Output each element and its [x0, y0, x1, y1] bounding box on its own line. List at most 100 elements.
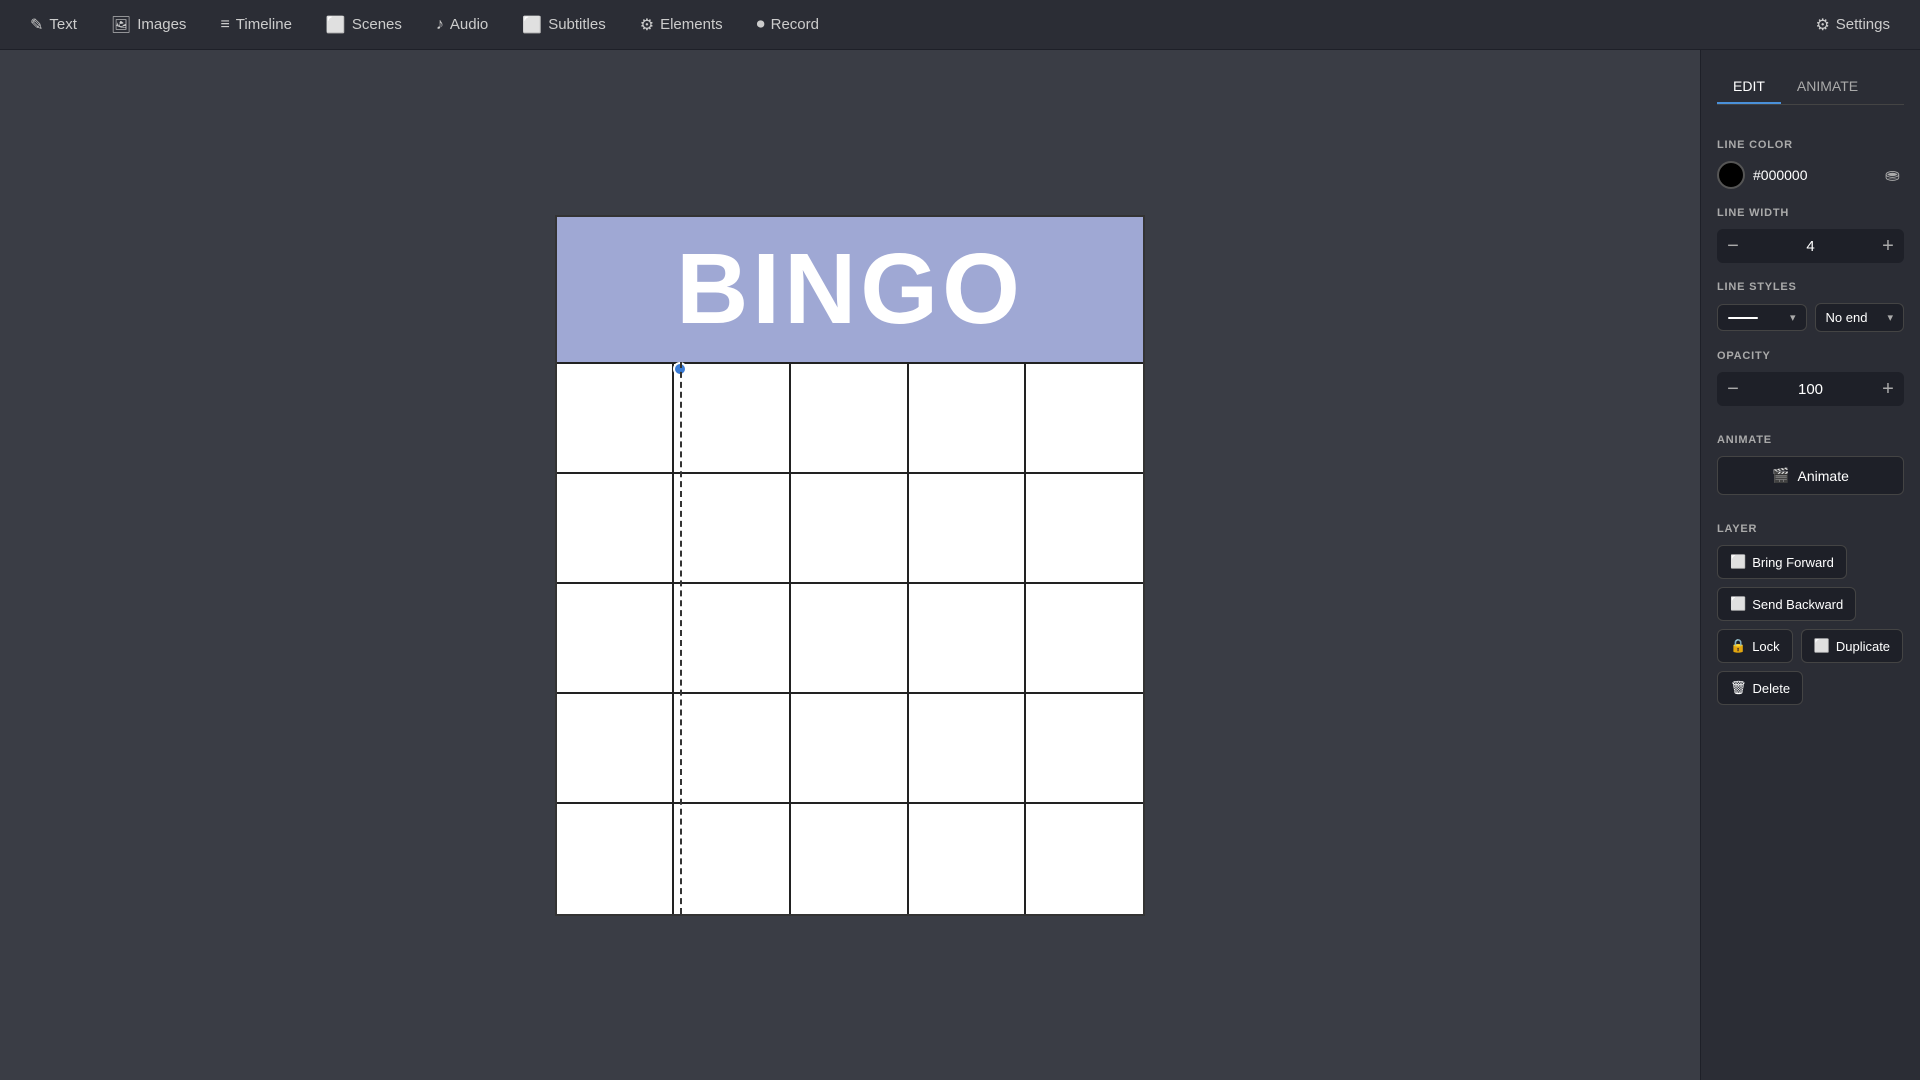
delete-label: Delete: [1753, 681, 1791, 696]
bingo-card: BINGO: [555, 215, 1145, 916]
animate-icon: 🎬: [1772, 467, 1789, 484]
main-layout: BINGO: [0, 50, 1920, 1080]
opacity-value: 100: [1749, 381, 1872, 398]
bingo-cell: [557, 474, 674, 584]
nav-label-text: Text: [49, 16, 77, 33]
lock-label: Lock: [1752, 639, 1779, 654]
bring-forward-label: Bring Forward: [1752, 555, 1834, 570]
line-end-select[interactable]: No end ▾: [1815, 303, 1905, 332]
bingo-cell: [909, 364, 1026, 474]
opacity-label: OPACITY: [1717, 350, 1904, 362]
bingo-cell: [1026, 584, 1143, 694]
duplicate-icon: ⬜: [1814, 638, 1830, 654]
nav-item-record[interactable]: ⏺ Record: [743, 10, 833, 40]
bingo-cell: [1026, 694, 1143, 804]
layer-section: LAYER ⬜ Bring Forward ⬜ Send Backward 🔒 …: [1717, 509, 1904, 705]
bring-forward-icon: ⬜: [1730, 554, 1746, 570]
bingo-cell: [791, 694, 908, 804]
bingo-header: BINGO: [557, 217, 1143, 362]
bingo-cell: [557, 804, 674, 914]
line-color-swatch[interactable]: [1717, 161, 1745, 189]
bingo-cell: [674, 804, 791, 914]
line-width-increment-button[interactable]: +: [1872, 229, 1904, 263]
bingo-title: BINGO: [676, 232, 1024, 347]
duplicate-button[interactable]: ⬜ Duplicate: [1801, 629, 1903, 663]
bingo-cell: [791, 804, 908, 914]
right-panel: EDIT ANIMATE LINE COLOR #000000 ⛂ LINE W…: [1700, 50, 1920, 1080]
bingo-cell: [557, 364, 674, 474]
bingo-cell: [791, 474, 908, 584]
images-icon: 🖼: [111, 15, 131, 35]
tab-animate[interactable]: ANIMATE: [1781, 70, 1874, 104]
top-nav: ✎ Text 🖼 Images ≡ Timeline ⬜ Scenes ♪ Au…: [0, 0, 1920, 50]
nav-label-subtitles: Subtitles: [548, 16, 606, 33]
line-end-label: No end: [1826, 310, 1868, 325]
nav-label-elements: Elements: [660, 16, 723, 33]
record-icon: ⏺: [757, 16, 765, 34]
nav-label-audio: Audio: [450, 16, 488, 33]
bring-forward-button[interactable]: ⬜ Bring Forward: [1717, 545, 1847, 579]
eyedropper-button[interactable]: ⛂: [1881, 163, 1904, 188]
panel-tab-row: EDIT ANIMATE: [1717, 70, 1904, 105]
bingo-cell: [909, 584, 1026, 694]
line-style-chevron: ▾: [1790, 311, 1796, 324]
lock-button[interactable]: 🔒 Lock: [1717, 629, 1793, 663]
bingo-cell: [674, 474, 791, 584]
duplicate-label: Duplicate: [1836, 639, 1890, 654]
layer-label: LAYER: [1717, 523, 1904, 535]
bingo-cell: [557, 584, 674, 694]
animate-button-label: Animate: [1798, 468, 1849, 484]
line-color-hex: #000000: [1753, 167, 1873, 183]
nav-item-audio[interactable]: ♪ Audio: [422, 10, 502, 40]
audio-icon: ♪: [436, 16, 444, 34]
bingo-cell: [909, 474, 1026, 584]
delete-icon: 🗑: [1730, 680, 1747, 696]
line-styles-label: LINE STYLES: [1717, 281, 1904, 293]
bingo-cell: [909, 804, 1026, 914]
bingo-cell: [1026, 804, 1143, 914]
nav-item-elements[interactable]: ⚙ Elements: [626, 9, 737, 41]
nav-item-timeline[interactable]: ≡ Timeline: [206, 10, 305, 40]
tab-edit[interactable]: EDIT: [1717, 70, 1781, 104]
send-backward-button[interactable]: ⬜ Send Backward: [1717, 587, 1856, 621]
timeline-icon: ≡: [220, 16, 229, 34]
animate-section-label: ANIMATE: [1717, 434, 1904, 446]
line-width-decrement-button[interactable]: −: [1717, 229, 1749, 263]
animate-section: ANIMATE 🎬 Animate: [1717, 420, 1904, 495]
text-icon: ✎: [30, 15, 43, 35]
bingo-cell: [674, 364, 791, 474]
nav-item-text[interactable]: ✎ Text: [16, 9, 91, 41]
bingo-grid: [557, 362, 1143, 914]
nav-item-subtitles[interactable]: ⬜ Subtitles: [508, 9, 619, 41]
nav-item-images[interactable]: 🖼 Images: [97, 9, 201, 41]
scenes-icon: ⬜: [326, 15, 346, 35]
line-handle-dot[interactable]: [673, 362, 687, 376]
line-width-stepper: − 4 +: [1717, 229, 1904, 263]
bingo-cell: [674, 584, 791, 694]
nav-label-scenes: Scenes: [352, 16, 402, 33]
bingo-cell: [909, 694, 1026, 804]
layer-actions: ⬜ Bring Forward ⬜ Send Backward 🔒 Lock ⬜…: [1717, 545, 1904, 705]
delete-button[interactable]: 🗑 Delete: [1717, 671, 1803, 705]
bingo-cell: [674, 694, 791, 804]
line-color-row: #000000 ⛂: [1717, 161, 1904, 189]
nav-label-settings: Settings: [1836, 16, 1890, 33]
send-backward-label: Send Backward: [1752, 597, 1843, 612]
nav-label-timeline: Timeline: [236, 16, 292, 33]
line-color-label: LINE COLOR: [1717, 139, 1904, 151]
opacity-decrement-button[interactable]: −: [1717, 372, 1749, 406]
lock-icon: 🔒: [1730, 638, 1746, 654]
elements-icon: ⚙: [640, 15, 654, 35]
opacity-increment-button[interactable]: +: [1872, 372, 1904, 406]
line-style-preview: [1728, 317, 1758, 319]
nav-label-images: Images: [137, 16, 186, 33]
line-style-select[interactable]: ▾: [1717, 304, 1807, 331]
canvas-area: BINGO: [0, 50, 1700, 1080]
send-backward-icon: ⬜: [1730, 596, 1746, 612]
nav-item-scenes[interactable]: ⬜ Scenes: [312, 9, 416, 41]
bingo-cell: [1026, 474, 1143, 584]
line-width-value: 4: [1749, 238, 1872, 255]
bingo-cell: [791, 584, 908, 694]
nav-item-settings[interactable]: ⚙ Settings: [1801, 9, 1904, 41]
animate-button[interactable]: 🎬 Animate: [1717, 456, 1904, 495]
